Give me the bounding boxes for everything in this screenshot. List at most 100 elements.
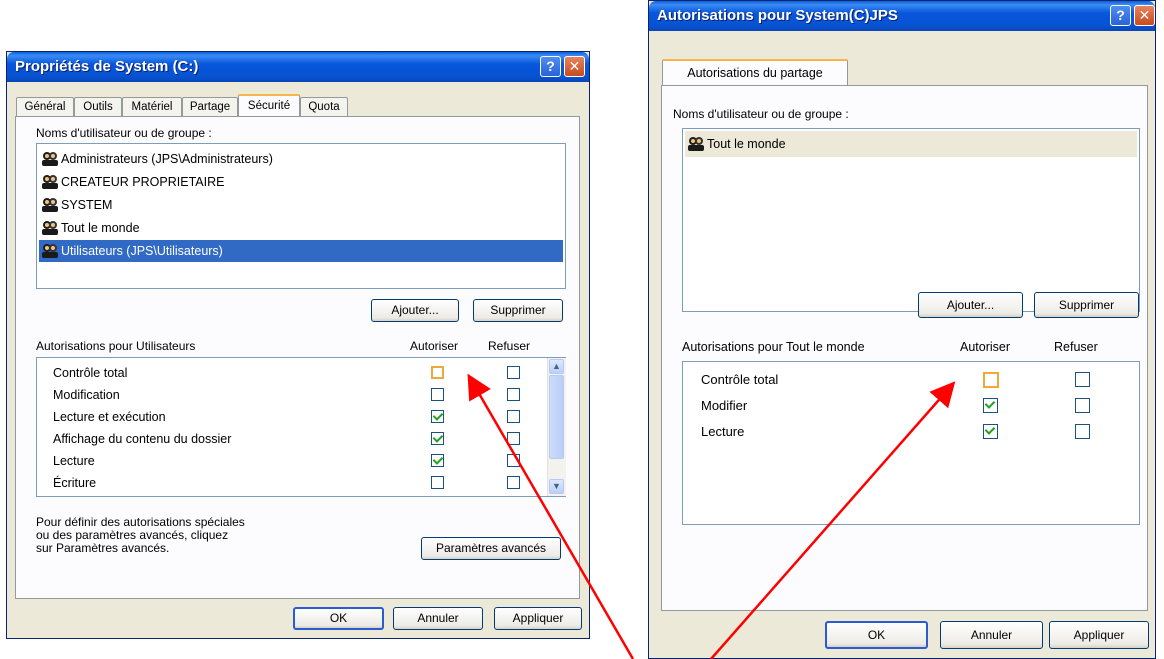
scroll-down-arrow-icon[interactable]: ▼ <box>549 479 564 494</box>
deny-checkbox[interactable] <box>507 366 520 379</box>
users-group-icon <box>42 221 58 235</box>
left-allow-header: Autoriser <box>410 339 459 353</box>
tab-materiel[interactable]: Matériel <box>122 97 182 117</box>
deny-checkbox[interactable] <box>507 388 520 401</box>
user-name: CREATEUR PROPRIETAIRE <box>61 175 225 189</box>
left-permissions-list[interactable]: Contrôle total Modification Lecture et e… <box>36 357 566 497</box>
left-help-button[interactable]: ? <box>540 56 561 77</box>
permission-name: Lecture et exécution <box>53 410 166 424</box>
users-group-icon <box>42 175 58 189</box>
permission-name: Affichage du contenu du dossier <box>53 432 232 446</box>
scroll-thumb[interactable] <box>549 375 564 459</box>
scroll-up-arrow-icon[interactable]: ▲ <box>549 359 564 374</box>
left-remove-button[interactable]: Supprimer <box>473 299 563 322</box>
permissions-scrollbar[interactable]: ▲ ▼ <box>547 358 566 496</box>
allow-checkbox[interactable] <box>431 410 444 423</box>
right-apply-label: Appliquer <box>1073 628 1125 642</box>
right-apply-button[interactable]: Appliquer <box>1049 621 1149 649</box>
user-name: Administrateurs (JPS\Administrateurs) <box>61 152 273 166</box>
left-deny-header: Refuser <box>488 339 531 353</box>
left-cancel-button[interactable]: Annuler <box>393 607 483 630</box>
deny-checkbox[interactable] <box>1075 372 1090 387</box>
advanced-button-label: Paramètres avancés <box>435 541 547 555</box>
right-permissions-label: Autorisations pour Tout le monde <box>682 340 865 354</box>
left-window-title: Propriétés de System (C:) <box>15 58 199 75</box>
users-group-icon <box>42 198 58 212</box>
list-item[interactable]: CREATEUR PROPRIETAIRE <box>39 171 563 193</box>
advanced-settings-button[interactable]: Paramètres avancés <box>421 537 561 560</box>
left-apply-button[interactable]: Appliquer <box>494 607 582 630</box>
right-add-button[interactable]: Ajouter... <box>918 292 1023 318</box>
right-users-list[interactable]: Tout le monde <box>682 128 1140 312</box>
allow-checkbox[interactable] <box>431 432 444 445</box>
right-remove-button-label: Supprimer <box>1058 298 1115 312</box>
right-ok-label: OK <box>867 628 886 642</box>
left-ok-button[interactable]: OK <box>293 607 384 630</box>
list-item-selected[interactable]: Utilisateurs (JPS\Utilisateurs) <box>39 240 563 262</box>
right-title-bar[interactable]: Autorisations pour System(C)JPS ? ✕ <box>649 1 1155 31</box>
left-add-button[interactable]: Ajouter... <box>371 299 459 322</box>
permission-name: Contrôle total <box>701 372 779 387</box>
right-deny-header: Refuser <box>1054 340 1098 354</box>
left-apply-label: Appliquer <box>512 611 564 625</box>
allow-checkbox[interactable] <box>983 398 998 413</box>
right-add-button-label: Ajouter... <box>946 298 995 312</box>
deny-checkbox[interactable] <box>507 454 520 467</box>
allow-checkbox[interactable] <box>983 424 998 439</box>
left-title-bar[interactable]: Propriétés de System (C:) ? ✕ <box>7 52 589 82</box>
right-allow-header: Autoriser <box>960 340 1011 354</box>
left-add-button-label: Ajouter... <box>391 303 439 317</box>
right-remove-button[interactable]: Supprimer <box>1034 292 1139 318</box>
deny-checkbox[interactable] <box>507 476 520 489</box>
permission-name: Lecture <box>701 424 745 439</box>
list-item[interactable]: Tout le monde <box>685 131 1137 157</box>
allow-checkbox[interactable] <box>431 388 444 401</box>
right-window-title: Autorisations pour System(C)JPS <box>657 7 898 24</box>
tab-securite[interactable]: Sécurité <box>238 94 300 117</box>
advanced-hint-line3: sur Paramètres avancés. <box>36 541 170 555</box>
left-ok-label: OK <box>329 611 348 625</box>
allow-checkbox[interactable] <box>431 454 444 467</box>
user-name: Utilisateurs (JPS\Utilisateurs) <box>61 244 223 258</box>
left-permissions-label: Autorisations pour Utilisateurs <box>36 339 196 353</box>
users-group-icon <box>42 152 58 166</box>
user-name: Tout le monde <box>707 137 786 151</box>
right-cancel-button[interactable]: Annuler <box>940 621 1043 649</box>
right-cancel-label: Annuler <box>970 628 1013 642</box>
allow-checkbox[interactable] <box>431 476 444 489</box>
list-item[interactable]: SYSTEM <box>39 194 563 216</box>
left-close-button[interactable]: ✕ <box>564 56 585 77</box>
tab-outils[interactable]: Outils <box>74 97 122 117</box>
right-share-permissions-window: Autorisations pour System(C)JPS ? ✕ Auto… <box>648 0 1156 659</box>
tab-quota[interactable]: Quota <box>300 97 348 117</box>
user-name: SYSTEM <box>61 198 113 212</box>
right-permissions-list[interactable]: Contrôle total Modifier Lecture <box>682 361 1140 525</box>
left-cancel-label: Annuler <box>417 611 459 625</box>
left-users-list[interactable]: Administrateurs (JPS\Administrateurs) CR… <box>36 143 566 289</box>
right-ok-button[interactable]: OK <box>825 621 928 649</box>
right-close-button[interactable]: ✕ <box>1134 5 1155 26</box>
tab-share-permissions[interactable]: Autorisations du partage <box>662 59 848 86</box>
permission-name: Modification <box>53 388 120 402</box>
deny-checkbox[interactable] <box>507 410 520 423</box>
list-item[interactable]: Administrateurs (JPS\Administrateurs) <box>39 148 563 170</box>
deny-checkbox[interactable] <box>507 432 520 445</box>
allow-checkbox[interactable] <box>431 366 444 379</box>
right-help-button[interactable]: ? <box>1110 5 1131 26</box>
permission-name: Contrôle total <box>53 366 128 380</box>
advanced-hint-line1: Pour définir des autorisations spéciales <box>36 515 245 529</box>
permission-name: Lecture <box>53 454 95 468</box>
deny-checkbox[interactable] <box>1075 398 1090 413</box>
left-properties-window: Propriétés de System (C:) ? ✕ Général Ou… <box>6 51 590 639</box>
deny-checkbox[interactable] <box>1075 424 1090 439</box>
right-users-label: Noms d'utilisateur ou de groupe : <box>673 107 849 121</box>
user-name: Tout le monde <box>61 221 140 235</box>
security-tab-panel: Noms d'utilisateur ou de groupe : Admini… <box>15 116 580 599</box>
tab-partage[interactable]: Partage <box>182 97 238 117</box>
allow-checkbox[interactable] <box>983 372 999 388</box>
left-remove-button-label: Supprimer <box>490 303 546 317</box>
advanced-hint-line2: ou des paramètres avancés, cliquez <box>36 528 229 542</box>
list-item[interactable]: Tout le monde <box>39 217 563 239</box>
tab-general[interactable]: Général <box>16 97 74 117</box>
share-tab-panel: Noms d'utilisateur ou de groupe : Tout l… <box>661 85 1148 611</box>
